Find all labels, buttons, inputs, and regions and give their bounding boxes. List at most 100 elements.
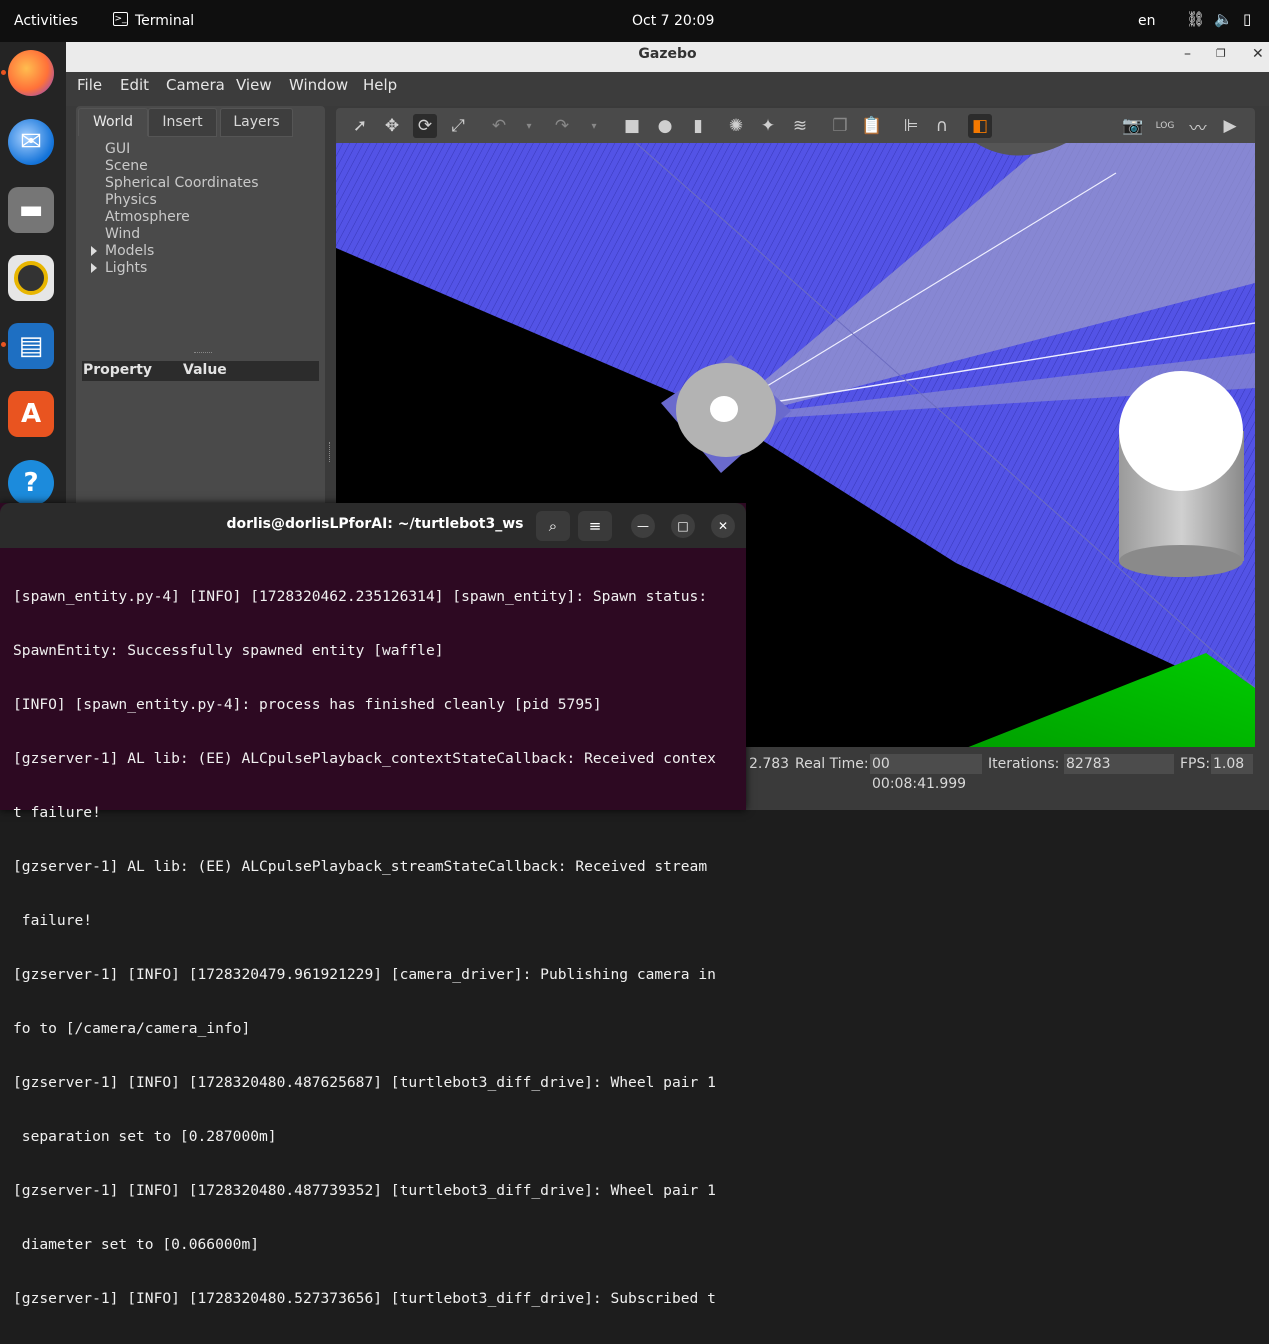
- terminal-title: dorlis@dorlisLPforAI: ~/turtlebot3_ws: [226, 516, 524, 532]
- terminal-line: [gzserver-1] AL lib: (EE) ALCpulsePlayba…: [13, 750, 716, 767]
- redo-icon[interactable]: ↷: [550, 114, 574, 138]
- menu-help[interactable]: Help: [363, 76, 397, 94]
- real-time-value: 00 00:08:41.999: [870, 754, 982, 792]
- scale-mode-icon[interactable]: ⤢: [446, 114, 470, 138]
- tab-layers[interactable]: Layers: [220, 108, 293, 137]
- help-icon[interactable]: ?: [8, 460, 54, 506]
- cylinder-top: [1119, 371, 1243, 491]
- volume-icon[interactable]: 🔈: [1214, 10, 1233, 28]
- video-record-icon[interactable]: ▶: [1218, 114, 1242, 138]
- panel-splitter[interactable]: [329, 442, 332, 462]
- cylinder-shape-icon[interactable]: ▮: [686, 114, 710, 138]
- top-bar: Activities >_ Terminal Oct 7 20:09 en ⛓ …: [0, 0, 1269, 42]
- maximize-button[interactable]: □: [671, 514, 695, 538]
- maximize-icon[interactable]: ❐: [1216, 42, 1226, 66]
- terminal-line: t failure!: [13, 804, 101, 821]
- menu-window[interactable]: Window: [289, 76, 348, 94]
- firefox-icon[interactable]: [8, 50, 54, 96]
- close-button[interactable]: ✕: [711, 514, 735, 538]
- app-center-icon[interactable]: A: [8, 391, 54, 437]
- rotate-mode-icon[interactable]: ⟳: [413, 114, 437, 138]
- fps-label: FPS:: [1180, 756, 1211, 772]
- snap-icon[interactable]: ∩: [930, 114, 954, 138]
- menu-file[interactable]: File: [77, 76, 102, 94]
- translate-mode-icon[interactable]: ✥: [380, 114, 404, 138]
- tab-world[interactable]: World: [78, 108, 148, 136]
- language-indicator[interactable]: en: [1138, 13, 1156, 29]
- tree-item-models[interactable]: Models: [105, 243, 154, 259]
- minimize-icon: —: [637, 519, 649, 533]
- expand-arrow-icon[interactable]: [91, 246, 97, 256]
- align-icon[interactable]: ⊫: [899, 114, 923, 138]
- terminal-line: [gzserver-1] [INFO] [1728320479.96192122…: [13, 966, 716, 983]
- sphere-shape-icon[interactable]: ●: [653, 114, 677, 138]
- minimize-icon[interactable]: –: [1184, 42, 1191, 66]
- change-view-icon[interactable]: ◧: [968, 114, 992, 138]
- files-icon[interactable]: ▬: [8, 187, 54, 233]
- select-mode-icon[interactable]: ➚: [348, 114, 372, 138]
- viewport-toolbar: ➚ ✥ ⟳ ⤢ ↶ ▾ ↷ ▾ ■ ● ▮ ✺ ✦ ≋ ❐ 📋 ⊫ ∩ ◧ 📷 …: [336, 108, 1255, 143]
- menu-button[interactable]: ≡: [578, 511, 612, 541]
- copy-icon[interactable]: ❐: [828, 114, 852, 138]
- real-time-label: Real Time:: [795, 756, 869, 772]
- thunderbird-icon[interactable]: ✉: [8, 119, 54, 165]
- rhythmbox-icon[interactable]: [8, 255, 54, 301]
- window-titlebar[interactable]: Gazebo – ❐ ✕: [66, 42, 1269, 72]
- sim-time-value: 2.783: [749, 756, 790, 772]
- tab-insert[interactable]: Insert: [148, 108, 217, 137]
- terminal-app-icon: >_: [113, 12, 128, 26]
- menu-camera[interactable]: Camera: [166, 76, 225, 94]
- point-light-icon[interactable]: ✺: [724, 114, 748, 138]
- terminal-output[interactable]: [spawn_entity.py-4] [INFO] [1728320462.2…: [13, 552, 743, 1344]
- maximize-icon: □: [677, 519, 689, 533]
- log-icon[interactable]: LOG: [1153, 114, 1177, 138]
- spot-light-icon[interactable]: ✦: [756, 114, 780, 138]
- search-button[interactable]: ⌕: [536, 511, 570, 541]
- menu-edit[interactable]: Edit: [120, 76, 149, 94]
- box-shape-icon[interactable]: ■: [620, 114, 644, 138]
- terminal-headerbar[interactable]: dorlis@dorlisLPforAI: ~/turtlebot3_ws ⌕ …: [0, 503, 746, 548]
- redo-dropdown-icon[interactable]: ▾: [582, 114, 606, 138]
- tree-item-lights[interactable]: Lights: [105, 260, 147, 276]
- status-bar: 2.783 Real Time: 00 00:08:41.999 Iterati…: [746, 747, 1255, 792]
- terminal-line: separation set to [0.287000m]: [13, 1128, 277, 1145]
- tree-item-atmosphere[interactable]: Atmosphere: [105, 209, 190, 225]
- terminal-window: dorlis@dorlisLPforAI: ~/turtlebot3_ws ⌕ …: [0, 503, 746, 1307]
- terminal-line: diameter set to [0.066000m]: [13, 1236, 260, 1253]
- window-title: Gazebo: [638, 46, 697, 62]
- undo-icon[interactable]: ↶: [487, 114, 511, 138]
- splitter-handle[interactable]: [194, 352, 212, 356]
- directional-light-icon[interactable]: ≋: [788, 114, 812, 138]
- iterations-label: Iterations:: [988, 756, 1060, 772]
- tree-item-scene[interactable]: Scene: [105, 158, 148, 174]
- close-icon: ✕: [717, 519, 729, 533]
- screenshot-icon[interactable]: 📷: [1121, 114, 1145, 138]
- hamburger-icon: ≡: [588, 517, 602, 535]
- undo-dropdown-icon[interactable]: ▾: [517, 114, 541, 138]
- terminal-line: failure!: [13, 912, 93, 929]
- tree-item-spherical-coordinates[interactable]: Spherical Coordinates: [105, 175, 259, 191]
- lidar-sensor: [710, 396, 738, 422]
- activities-button[interactable]: Activities: [14, 13, 78, 29]
- clock[interactable]: Oct 7 20:09: [632, 13, 714, 29]
- battery-icon[interactable]: ▯: [1243, 10, 1251, 28]
- close-icon[interactable]: ✕: [1252, 42, 1264, 66]
- tree-item-wind[interactable]: Wind: [105, 226, 140, 242]
- expand-arrow-icon[interactable]: [91, 263, 97, 273]
- paste-icon[interactable]: 📋: [860, 114, 884, 138]
- plot-icon[interactable]: 〰: [1186, 114, 1210, 139]
- property-column-label: Property: [83, 362, 153, 378]
- iterations-value: 82783: [1064, 754, 1174, 774]
- active-app-name[interactable]: Terminal: [135, 13, 194, 29]
- terminal-line: fo to [/camera/camera_info]: [13, 1020, 251, 1037]
- terminal-line: [spawn_entity.py-4] [INFO] [1728320462.2…: [13, 588, 708, 605]
- tree-item-physics[interactable]: Physics: [105, 192, 157, 208]
- property-header: Property Value: [82, 361, 319, 381]
- running-indicator: [1, 342, 6, 347]
- minimize-button[interactable]: —: [631, 514, 655, 538]
- writer-icon[interactable]: ▤: [8, 323, 54, 369]
- tree-item-gui[interactable]: GUI: [105, 141, 130, 157]
- menu-view[interactable]: View: [236, 76, 272, 94]
- terminal-line: SpawnEntity: Successfully spawned entity…: [13, 642, 444, 659]
- network-icon[interactable]: ⛓: [1186, 10, 1205, 28]
